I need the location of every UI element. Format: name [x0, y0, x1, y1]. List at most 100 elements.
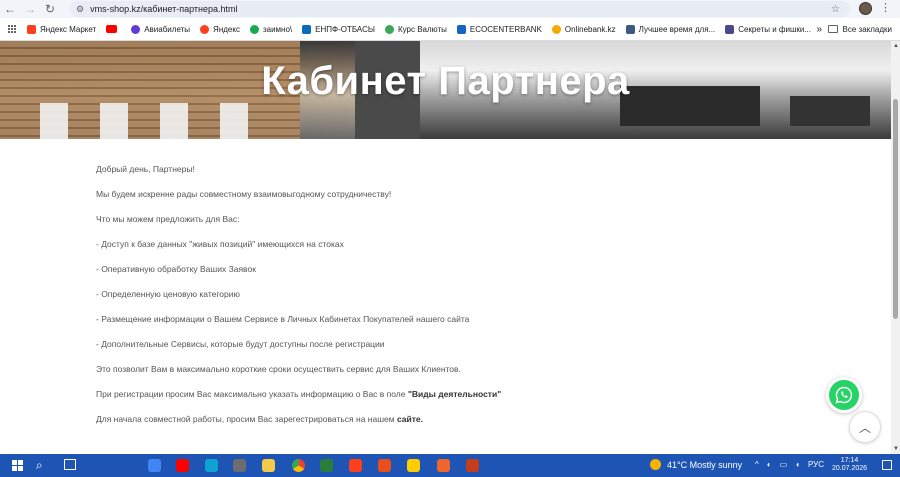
bookmark-favicon-icon — [249, 24, 259, 34]
bookmark-label: заимно\ — [262, 24, 293, 34]
menu-icon[interactable]: ⋮ — [880, 1, 891, 14]
whatsapp-icon — [835, 386, 853, 404]
weather-text: 41°C Mostly sunny — [667, 459, 743, 470]
task-view-icon[interactable] — [64, 459, 76, 470]
scroll-up-icon[interactable]: ▲ — [893, 43, 899, 49]
benefit-text: Это позволит Вам в максимально короткие … — [96, 364, 461, 374]
store-app-icon[interactable] — [320, 459, 333, 472]
url-text: vms-shop.kz/кабинет-партнера.html — [90, 4, 238, 14]
page-title: Кабинет Партнера — [261, 59, 630, 103]
notifications-icon[interactable] — [882, 460, 892, 470]
greeting-text: Добрый день, Партнеры! — [96, 164, 195, 174]
list-item: - Доступ к базе данных "живых позиций" и… — [96, 239, 344, 249]
site-link[interactable]: сайте. — [397, 414, 423, 424]
profile-avatar[interactable] — [859, 2, 872, 15]
bookmark-label: Яндекс Маркет — [40, 24, 97, 34]
bookmark-favicon-icon — [725, 24, 735, 34]
address-bar: ← → ↻ ⚙ vms-shop.kz/кабинет-партнера.htm… — [0, 0, 900, 18]
back-icon[interactable]: ← — [0, 0, 20, 18]
bookmark-item[interactable]: Onlinebank.kz — [551, 24, 616, 34]
bookmark-star-icon[interactable]: ☆ — [831, 4, 840, 15]
forward-icon[interactable]: → — [20, 0, 40, 18]
chevron-up-icon[interactable]: ^ — [755, 460, 759, 469]
bookmark-favicon-icon — [302, 24, 312, 34]
language-indicator[interactable]: РУС — [808, 460, 824, 469]
bookmark-favicon-icon — [384, 24, 394, 34]
bookmark-item[interactable] — [106, 25, 121, 33]
edge-app-icon[interactable] — [205, 459, 218, 472]
network-icon[interactable]: ▭ — [780, 460, 788, 469]
speaker-icon[interactable]: ◖ — [795, 460, 800, 469]
youtube-app-icon[interactable] — [176, 459, 189, 472]
start-note-text: Для начала совместной работы, просим Вас… — [96, 414, 397, 424]
offer-heading: Что мы можем предложить для Вас: — [96, 214, 240, 224]
sun-icon — [650, 459, 661, 470]
bookmark-favicon-icon — [200, 24, 210, 34]
bookmark-item[interactable]: Лучшее время для... — [625, 24, 716, 34]
youtube-favicon-icon — [106, 25, 118, 33]
list-item: - Размещение информации о Вашем Сервисе … — [96, 314, 470, 324]
apps-icon[interactable] — [8, 24, 17, 34]
chrome-app-icon[interactable] — [148, 459, 161, 472]
page-scrollbar[interactable]: ▲ ▼ — [891, 41, 900, 454]
bookmarks-overflow-button[interactable]: » — [816, 24, 822, 35]
whatsapp-button[interactable] — [826, 377, 862, 413]
list-item: - Оперативную обработку Ваших Заявок — [96, 264, 256, 274]
bookmark-item[interactable]: ЕНПФ-ОТБАСЫ — [302, 24, 375, 34]
people-app-icon[interactable] — [378, 459, 391, 472]
bookmark-label: Курс Валюты — [397, 24, 447, 34]
bookmark-item[interactable]: Авиабилеты — [131, 24, 191, 34]
bookmark-item[interactable]: ECOCENTERBANK — [456, 24, 542, 34]
system-tray: ^ ◐ ▭ ◖ РУС — [755, 460, 832, 469]
intro-text: Мы будем искренне рады совместному взаим… — [96, 189, 392, 199]
page-content: Добрый день, Партнеры! Мы будем искренне… — [96, 162, 816, 437]
clock-date: 20.07.2026 — [832, 465, 868, 472]
feed-app-icon[interactable] — [437, 459, 450, 472]
bookmark-favicon-icon — [27, 24, 36, 34]
chrome-active-app-icon[interactable] — [292, 459, 305, 472]
bookmark-label: ЕНПФ-ОТБАСЫ — [315, 24, 375, 34]
scroll-down-icon[interactable]: ▼ — [893, 446, 899, 452]
weather-widget[interactable]: 41°C Mostly sunny — [650, 459, 742, 470]
windows-start-icon[interactable] — [12, 459, 24, 472]
bookmark-item[interactable]: Курс Валюты — [384, 24, 447, 34]
bookmarks-bar: Яндекс Маркет Авиабилеты Яндекс заимно\ … — [0, 18, 900, 41]
all-bookmarks-button[interactable]: Все закладки — [827, 24, 892, 34]
chevron-up-icon: ︿ — [858, 420, 871, 435]
bookmark-favicon-icon — [625, 24, 635, 34]
powerpoint-app-icon[interactable] — [466, 459, 479, 472]
bookmark-item[interactable]: Яндекс Маркет — [27, 24, 97, 34]
hero-background-image — [40, 103, 270, 139]
yandex-browser-app-icon[interactable] — [407, 459, 420, 472]
bookmark-label: Onlinebank.kz — [564, 24, 616, 34]
bookmark-favicon-icon — [456, 24, 466, 34]
explorer-app-icon[interactable] — [262, 459, 275, 472]
folder-icon — [827, 25, 838, 33]
bookmark-label: Лучшее время для... — [638, 24, 716, 34]
bookmark-item[interactable]: Яндекс — [200, 24, 240, 34]
scrollbar-thumb[interactable] — [893, 99, 898, 319]
list-item: - Дополнительные Сервисы, которые будут … — [96, 339, 385, 349]
url-field[interactable]: ⚙ vms-shop.kz/кабинет-партнера.html ☆ — [70, 1, 850, 17]
bookmark-label: Яндекс — [213, 24, 240, 34]
search-icon[interactable]: ⌕ — [36, 458, 43, 473]
bookmark-label: ECOCENTERBANK — [469, 24, 542, 34]
yandex-app-icon[interactable] — [349, 459, 362, 472]
clock-time: 17:14 — [840, 457, 859, 464]
clock[interactable]: 17:14 20.07.2026 — [832, 457, 867, 473]
bookmark-item[interactable]: Секреты и фишки... — [725, 24, 811, 34]
bookmark-item[interactable]: заимно\ — [249, 24, 293, 34]
all-bookmarks-label: Все закладки — [842, 24, 892, 34]
calculator-app-icon[interactable] — [233, 459, 246, 472]
bookmark-favicon-icon — [131, 24, 141, 34]
bookmark-label: Секреты и фишки... — [738, 24, 811, 34]
activity-field-name: "Виды деятельности" — [407, 389, 502, 399]
scroll-to-top-button[interactable]: ︿ — [849, 411, 881, 443]
site-info-icon[interactable]: ⚙ — [76, 4, 84, 15]
reload-icon[interactable]: ↻ — [40, 0, 60, 18]
bookmark-favicon-icon — [551, 24, 561, 34]
start-note: Для начала совместной работы, просим Вас… — [96, 412, 816, 437]
bookmark-label: Авиабилеты — [144, 24, 191, 34]
hero-banner: Кабинет Партнера — [0, 41, 891, 139]
volume-icon[interactable]: ◐ — [767, 460, 772, 469]
